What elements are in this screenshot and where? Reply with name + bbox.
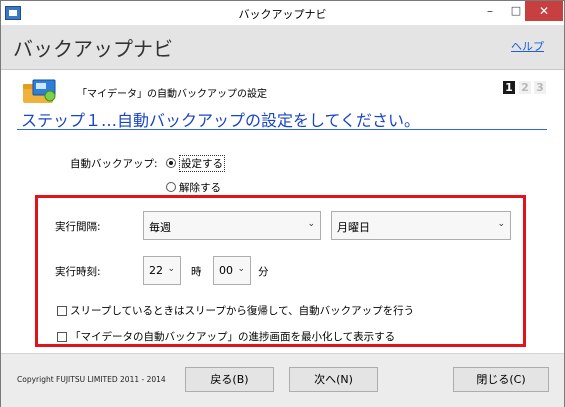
step-heading: ステップ１…自動バックアップの設定をしてください。 [21, 111, 421, 130]
close-button[interactable]: 閉じる(C) [453, 367, 549, 392]
chevron-down-icon: ⌄ [237, 264, 245, 274]
chevron-down-icon: ⌄ [167, 264, 175, 274]
radio-enable-label: 設定する [179, 154, 225, 172]
step-indicator-1: 1 [503, 81, 515, 94]
radio-disable[interactable]: 解除する [166, 180, 221, 194]
backup-folder-icon [23, 79, 56, 103]
minute-select-value: 00 [219, 264, 233, 277]
chevron-down-icon: ⌄ [497, 219, 505, 229]
radio-selected-icon[interactable] [166, 158, 176, 168]
hour-unit: 時 [191, 266, 202, 278]
checkbox-minimize-label: 「マイデータの自動バックアップ」の進捗画面を最小化して表示する [70, 331, 396, 343]
app-name: バックアップナビ [13, 37, 173, 61]
time-label: 実行時刻: [55, 266, 101, 278]
checkbox-box[interactable] [57, 331, 67, 342]
step-indicator-2: 2 [519, 81, 531, 94]
backup-navi-window: バックアップナビ – □ ✕ バックアップナビ ヘルプ 「マイデータ」の自動バッ… [0, 0, 565, 407]
minute-unit: 分 [258, 266, 269, 278]
radio-enable[interactable]: 設定する [166, 154, 225, 172]
radio-disable-label: 解除する [179, 181, 221, 194]
heading-divider [17, 129, 547, 130]
back-button[interactable]: 戻る(B) [185, 367, 274, 392]
day-select-value: 月曜日 [337, 221, 370, 234]
checkbox-sleep-label: スリープしているときはスリープから復帰して、自動バックアップを行う [70, 305, 415, 317]
step-indicator-3: 3 [534, 81, 546, 94]
interval-select[interactable]: 毎週 ⌄ [143, 211, 321, 240]
interval-select-value: 毎週 [149, 221, 171, 234]
radio-empty-icon[interactable] [166, 182, 176, 192]
chevron-down-icon: ⌄ [307, 219, 315, 229]
app-header: バックアップナビ ヘルプ [1, 25, 564, 70]
checkbox-wake-from-sleep[interactable]: スリープしているときはスリープから復帰して、自動バックアップを行う [57, 303, 414, 318]
checkbox-minimize-progress[interactable]: 「マイデータの自動バックアップ」の進捗画面を最小化して表示する [57, 329, 395, 344]
interval-label: 実行間隔: [55, 221, 101, 233]
copyright-text: Copyright FUJITSU LIMITED 2011 - 2014 [17, 375, 166, 384]
day-select[interactable]: 月曜日 ⌄ [331, 211, 511, 240]
checkbox-box[interactable] [57, 305, 67, 316]
hour-select-value: 22 [149, 264, 163, 277]
step-caption: 「マイデータ」の自動バックアップの設定 [77, 89, 267, 100]
window-close-button[interactable]: ✕ [525, 1, 563, 21]
help-link[interactable]: ヘルプ [511, 38, 544, 54]
title-bar[interactable]: バックアップナビ – □ ✕ [1, 1, 564, 25]
next-button[interactable]: 次へ(N) [289, 367, 378, 392]
minimize-button[interactable]: – [477, 1, 503, 21]
hour-select[interactable]: 22 ⌄ [143, 256, 181, 285]
minute-select[interactable]: 00 ⌄ [213, 256, 251, 285]
auto-backup-label: 自動バックアップ: [70, 158, 158, 170]
